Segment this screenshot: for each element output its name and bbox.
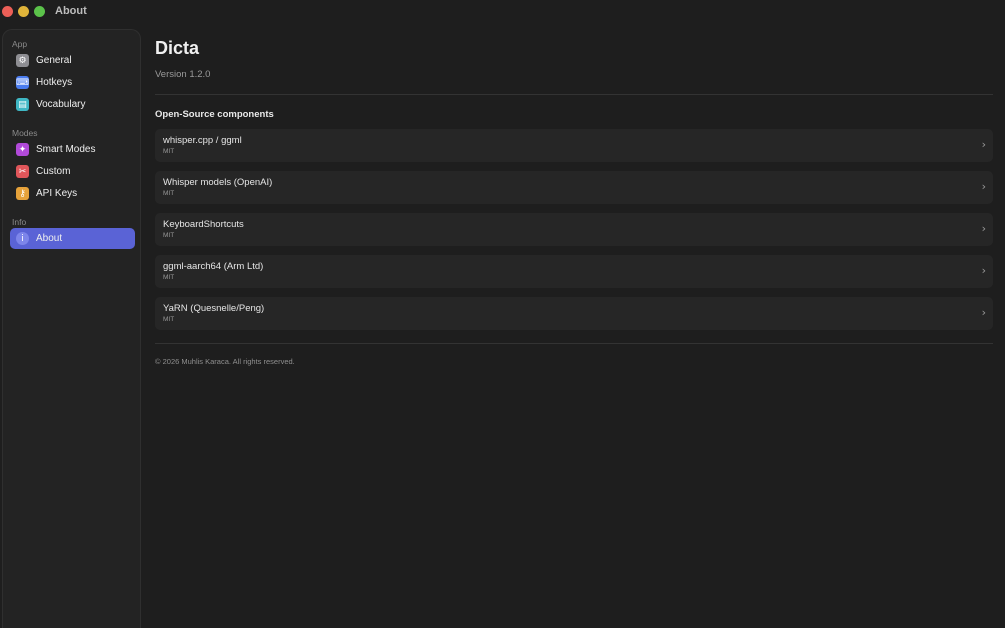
divider <box>155 343 993 344</box>
keyboard-icon: ⌨ <box>16 76 29 89</box>
sidebar: App ⚙ General ⌨ Hotkeys ▤ Vocabulary Mod… <box>2 29 141 628</box>
sidebar-item-label: API Keys <box>36 188 78 199</box>
app-window: About App ⚙ General ⌨ Hotkeys ▤ Vocabula… <box>0 0 1005 628</box>
component-license: MIT <box>163 148 175 155</box>
sidebar-item-label: Smart Modes <box>36 144 96 155</box>
maximize-window-button[interactable] <box>34 6 45 17</box>
minimize-window-button[interactable] <box>18 6 29 17</box>
component-row[interactable]: KeyboardShortcuts MIT › <box>155 213 993 246</box>
tools-icon: ✂ <box>16 165 29 178</box>
copyright-text: © 2026 Muhlis Karaca. All rights reserve… <box>155 357 295 366</box>
component-name: whisper.cpp / ggml <box>163 135 242 146</box>
sidebar-item-hotkeys[interactable]: ⌨ Hotkeys <box>10 72 135 93</box>
sidebar-item-api-keys[interactable]: ⚷ API Keys <box>10 183 135 204</box>
sidebar-item-label: Custom <box>36 166 71 177</box>
component-name: Whisper models (OpenAI) <box>163 177 273 188</box>
chevron-right-icon: › <box>981 264 986 277</box>
sidebar-section-modes: Modes <box>12 128 38 138</box>
sparkles-icon: ✦ <box>16 143 29 156</box>
book-icon: ▤ <box>16 98 29 111</box>
sidebar-item-smart-modes[interactable]: ✦ Smart Modes <box>10 139 135 160</box>
component-row[interactable]: ggml-aarch64 (Arm Ltd) MIT › <box>155 255 993 288</box>
version-label: Version 1.2.0 <box>155 69 211 80</box>
sidebar-item-about[interactable]: i About <box>10 228 135 249</box>
chevron-right-icon: › <box>981 222 986 235</box>
sidebar-item-label: General <box>36 55 72 66</box>
sidebar-item-label: About <box>36 233 63 244</box>
info-icon: i <box>16 232 29 245</box>
chevron-right-icon: › <box>981 180 986 193</box>
key-icon: ⚷ <box>16 187 29 200</box>
about-content: Dicta Version 1.2.0 Open-Source componen… <box>141 0 1005 628</box>
sidebar-item-vocabulary[interactable]: ▤ Vocabulary <box>10 94 135 115</box>
component-license: MIT <box>163 274 175 281</box>
component-name: ggml-aarch64 (Arm Ltd) <box>163 261 264 272</box>
sidebar-item-label: Vocabulary <box>36 99 86 110</box>
page-title: Dicta <box>155 38 200 58</box>
sidebar-section-info: Info <box>12 217 27 227</box>
sidebar-section-app: App <box>12 39 28 49</box>
component-row[interactable]: Whisper models (OpenAI) MIT › <box>155 171 993 204</box>
component-name: YaRN (Quesnelle/Peng) <box>163 303 265 314</box>
component-license: MIT <box>163 316 175 323</box>
divider <box>155 94 993 95</box>
chevron-right-icon: › <box>981 306 986 319</box>
component-license: MIT <box>163 190 175 197</box>
component-row[interactable]: YaRN (Quesnelle/Peng) MIT › <box>155 297 993 330</box>
chevron-right-icon: › <box>981 138 986 151</box>
component-name: KeyboardShortcuts <box>163 219 244 230</box>
component-row[interactable]: whisper.cpp / ggml MIT › <box>155 129 993 162</box>
window-title: About <box>55 5 87 17</box>
components-section-title: Open-Source components <box>155 109 274 120</box>
sidebar-item-general[interactable]: ⚙ General <box>10 50 135 71</box>
sidebar-item-label: Hotkeys <box>36 77 73 88</box>
sidebar-item-custom[interactable]: ✂ Custom <box>10 161 135 182</box>
gear-icon: ⚙ <box>16 54 29 67</box>
close-window-button[interactable] <box>2 6 13 17</box>
component-license: MIT <box>163 232 175 239</box>
